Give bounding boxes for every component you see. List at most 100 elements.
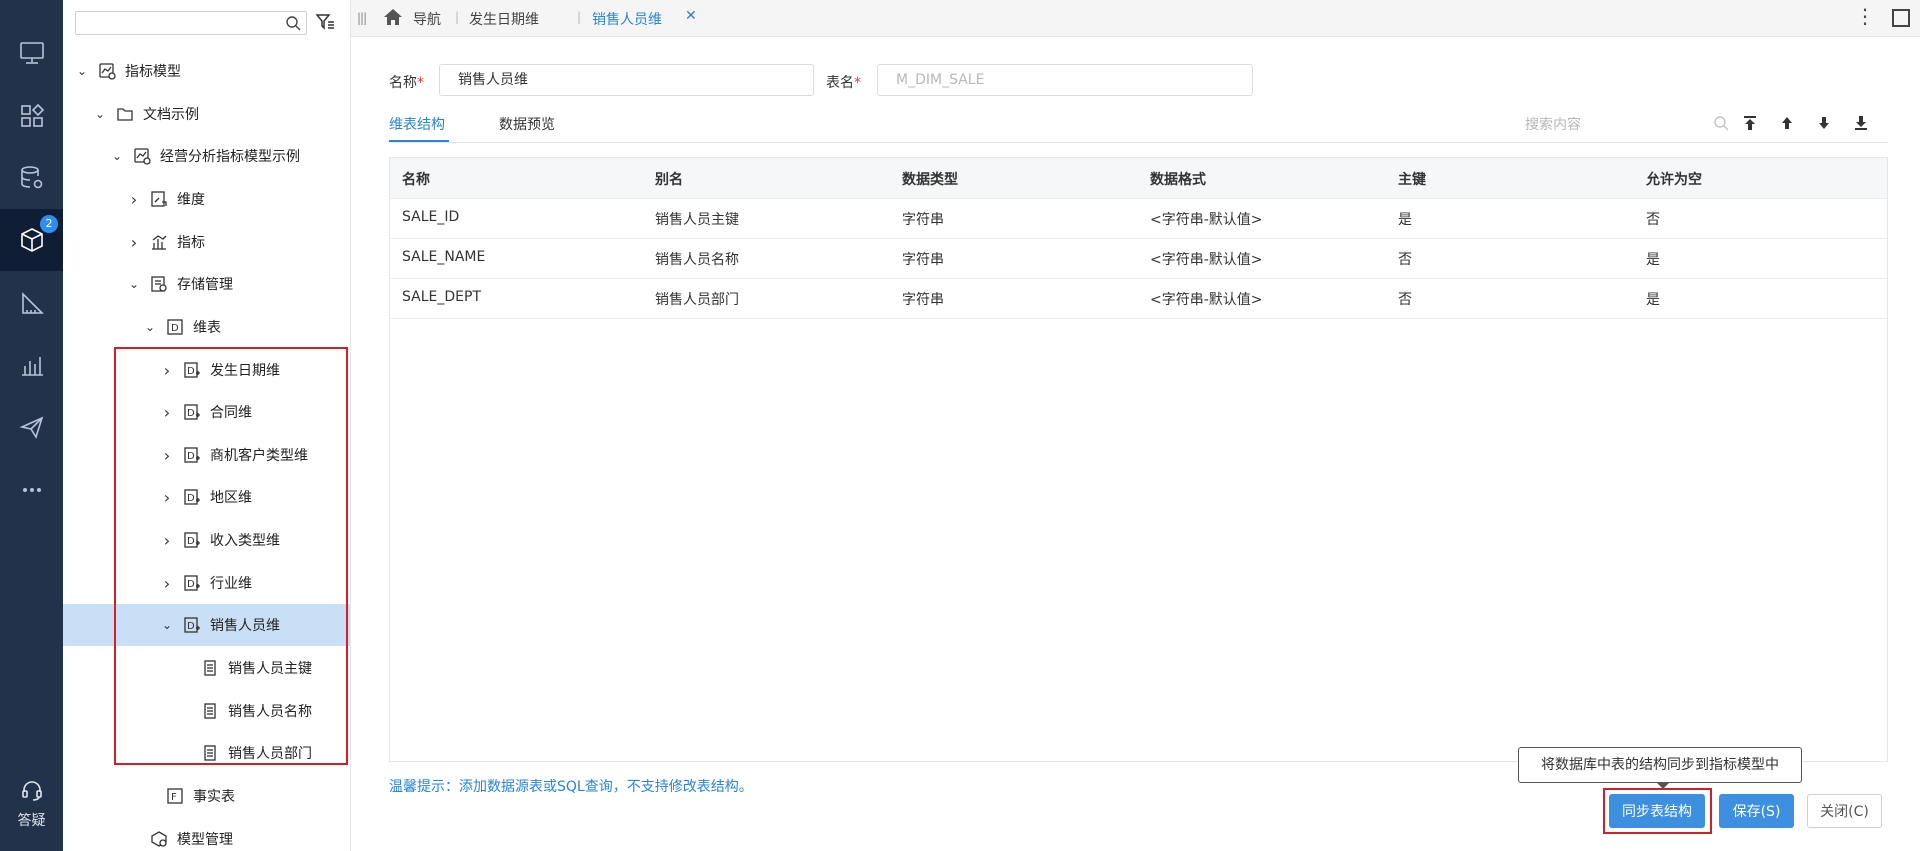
filter-icon[interactable] xyxy=(315,12,335,32)
model-tree-panel: ⌄ 指标模型 ⌄ 文档示例 ⌄ 经营分析指标模型示例 › 维度 › 指标 ⌄ 存储管理 ⌄ D 维表 › D 发生… xyxy=(63,0,351,851)
app-rail: 2 答疑 xyxy=(0,0,63,851)
tree-node[interactable]: ⌄ 文档示例 xyxy=(63,93,350,135)
move-up-icon[interactable] xyxy=(1778,114,1796,132)
save-button[interactable]: 保存(S) xyxy=(1719,794,1794,828)
move-down-icon[interactable] xyxy=(1815,114,1833,132)
close-tab-icon[interactable]: ✕ xyxy=(685,8,697,24)
chevron-right-icon[interactable]: › xyxy=(160,488,174,507)
tree-node[interactable]: › D 发生日期维 xyxy=(63,349,350,391)
help-button[interactable]: 答疑 xyxy=(0,778,63,830)
tree-node-label: 地区维 xyxy=(210,490,252,506)
tree-node[interactable]: › 指标 xyxy=(63,221,350,263)
model-manage-icon xyxy=(149,830,169,848)
tree-node[interactable]: ⌄ 存储管理 xyxy=(63,263,350,305)
structure-table: 名称 别名 数据类型 数据格式 主键 允许为空 SALE_ID 销售人员主键 字… xyxy=(389,157,1888,762)
tree-node[interactable]: 销售人员主键 xyxy=(63,647,350,689)
table-row[interactable]: SALE_NAME 销售人员名称 字符串 <字符串-默认值> 否 是 xyxy=(390,238,1887,279)
storage-icon xyxy=(149,275,169,293)
field-icon xyxy=(200,659,220,677)
database-settings-icon[interactable] xyxy=(0,147,63,209)
name-field[interactable]: 销售人员维 xyxy=(439,64,814,96)
column-header: 别名 xyxy=(655,172,683,188)
apps-icon[interactable] xyxy=(0,85,63,147)
tree-node[interactable]: › D 合同维 xyxy=(63,391,350,433)
tree-node-label: 收入类型维 xyxy=(210,533,280,549)
chevron-right-icon[interactable]: › xyxy=(160,403,174,422)
chevron-down-icon[interactable]: ⌄ xyxy=(110,149,124,163)
chevron-down-icon[interactable]: ⌄ xyxy=(75,64,89,78)
cell-alias: 销售人员部门 xyxy=(655,292,739,308)
tree-node-label: 发生日期维 xyxy=(210,363,280,379)
chevron-right-icon[interactable]: › xyxy=(160,361,174,380)
tree-node-label: 经营分析指标模型示例 xyxy=(160,149,300,165)
chevron-right-icon[interactable]: › xyxy=(127,190,141,209)
maximize-icon[interactable] xyxy=(1892,9,1910,27)
tree-node-label: 维表 xyxy=(193,320,221,336)
tree-node[interactable]: 销售人员部门 xyxy=(63,732,350,774)
cube-icon[interactable]: 2 xyxy=(0,209,63,271)
more-options-icon[interactable]: ⋮ xyxy=(1855,6,1875,26)
tree-node[interactable]: › D 地区维 xyxy=(63,476,350,518)
tree-node[interactable]: › D 收入类型维 xyxy=(63,519,350,561)
chevron-down-icon[interactable]: ⌄ xyxy=(93,107,107,121)
more-icon[interactable] xyxy=(0,459,63,521)
send-icon[interactable] xyxy=(0,396,63,458)
search-icon[interactable] xyxy=(285,15,301,31)
search-icon[interactable] xyxy=(1713,115,1729,131)
tree-node[interactable]: › D 商机客户类型维 xyxy=(63,434,350,476)
dim-table-item-icon: D xyxy=(182,403,202,421)
close-button[interactable]: 关闭(C) xyxy=(1807,794,1882,828)
tab-home[interactable]: 导航 xyxy=(413,9,441,29)
dimension-icon xyxy=(149,190,169,208)
tree-node[interactable]: 销售人员名称 xyxy=(63,690,350,732)
tab-sales-person-dimension[interactable]: 销售人员维 xyxy=(592,9,662,29)
tree-node-label: 商机客户类型维 xyxy=(210,448,308,464)
column-header: 数据类型 xyxy=(902,172,958,188)
chevron-down-icon[interactable]: ⌄ xyxy=(160,618,174,632)
home-icon[interactable] xyxy=(383,8,403,26)
chevron-right-icon[interactable]: › xyxy=(160,446,174,465)
ruler-icon[interactable] xyxy=(0,272,63,334)
cell-data-type: 字符串 xyxy=(902,252,944,268)
table-row[interactable]: SALE_ID 销售人员主键 字符串 <字符串-默认值> 是 否 xyxy=(390,198,1887,239)
cell-primary-key: 否 xyxy=(1398,292,1412,308)
cell-nullable: 否 xyxy=(1646,212,1660,228)
tree-node-label: 存储管理 xyxy=(177,277,233,293)
detail-tabs: 维表结构 数据预览 搜索内容 xyxy=(389,110,1888,143)
tree-node[interactable]: F 事实表 xyxy=(63,775,350,817)
chevron-down-icon[interactable]: ⌄ xyxy=(127,277,141,291)
table-name-field: M_DIM_SALE xyxy=(877,64,1253,96)
tree-node-label: 销售人员维 xyxy=(210,618,280,634)
tab-bar: ||| 导航 | 发生日期维 | 销售人员维 ✕ ⋮ xyxy=(351,0,1920,37)
tab-data-preview[interactable]: 数据预览 xyxy=(499,114,555,134)
chevron-right-icon[interactable]: › xyxy=(127,233,141,252)
tree-node-label: 销售人员主键 xyxy=(228,661,312,677)
cell-primary-key: 否 xyxy=(1398,252,1412,268)
move-to-bottom-icon[interactable] xyxy=(1852,114,1870,132)
grip-icon[interactable]: ||| xyxy=(357,11,367,25)
grid-search-input[interactable]: 搜索内容 xyxy=(1525,114,1581,134)
sync-structure-button[interactable]: 同步表结构 xyxy=(1609,794,1705,828)
field-icon xyxy=(200,744,220,762)
tree-node[interactable]: › 维度 xyxy=(63,178,350,220)
tab-date-dimension[interactable]: 发生日期维 xyxy=(469,9,539,29)
tree-node[interactable]: ⌄ D 维表 xyxy=(63,306,350,348)
tree-node-label: 指标模型 xyxy=(125,64,181,80)
move-to-top-icon[interactable] xyxy=(1741,114,1759,132)
tree-node[interactable]: ⌄ D 销售人员维 xyxy=(63,604,350,646)
tree-search-input[interactable] xyxy=(75,11,307,35)
bar-chart-icon[interactable] xyxy=(0,334,63,396)
table-row[interactable]: SALE_DEPT 销售人员部门 字符串 <字符串-默认值> 否 是 xyxy=(390,278,1887,319)
tab-table-structure[interactable]: 维表结构 xyxy=(389,114,445,134)
chevron-down-icon[interactable]: ⌄ xyxy=(143,320,157,334)
column-header: 主键 xyxy=(1398,172,1426,188)
chevron-right-icon[interactable]: › xyxy=(160,574,174,593)
chevron-right-icon[interactable]: › xyxy=(160,531,174,550)
desktop-icon[interactable] xyxy=(0,22,63,84)
tree-node[interactable]: ⌄ 指标模型 xyxy=(63,50,350,92)
cell-data-type: 字符串 xyxy=(902,212,944,228)
tree-node[interactable]: › D 行业维 xyxy=(63,562,350,604)
tree-node[interactable]: 模型管理 xyxy=(63,818,350,851)
tree-node-label: 事实表 xyxy=(193,789,235,805)
tree-node[interactable]: ⌄ 经营分析指标模型示例 xyxy=(63,135,350,177)
